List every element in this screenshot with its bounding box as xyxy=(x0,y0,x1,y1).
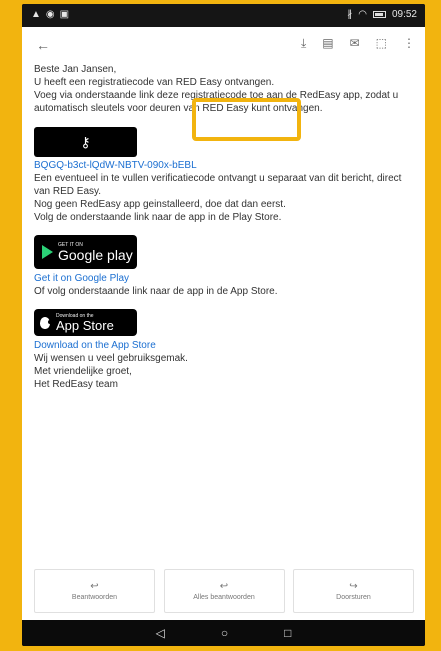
mail-icon[interactable]: ✉ xyxy=(350,37,360,49)
google-play-badge-text: GET IT ON Google play xyxy=(58,241,133,263)
status-time: 09:52 xyxy=(391,9,417,20)
tablet-device: ▲ ◉ ▣ ∦ ◠ 09:52 ← ⤓ ▤ ✉ ⬚ ⋮ Beste Jan Ja… xyxy=(22,4,425,646)
registration-code-link[interactable]: BQGQ-b3ct-lQdW-NBTV-090x-bEBL xyxy=(34,159,418,172)
status-bar: ▲ ◉ ▣ ∦ ◠ 09:52 xyxy=(22,4,425,27)
verification-note: Een eventueel in te vullen verificatieco… xyxy=(34,173,402,197)
battery-icon xyxy=(372,11,386,18)
wifi-icon: ◠ xyxy=(358,9,367,20)
bluetooth-icon: ∦ xyxy=(347,9,353,20)
forward-label: Doorsturen xyxy=(336,593,371,601)
shield-icon: ◉ xyxy=(45,9,55,20)
google-play-link[interactable]: Get it on Google Play xyxy=(34,272,418,285)
install-note: Nog geen RedEasy app geinstalleerd, doe … xyxy=(34,199,286,210)
back-arrow-icon[interactable]: ← xyxy=(36,37,50,53)
app-store-badge-text: Download on the App Store xyxy=(56,312,114,333)
android-nav-bar: ◁ ○ □ xyxy=(22,620,425,646)
highlight-box xyxy=(192,98,301,141)
apple-icon xyxy=(40,316,52,329)
image-icon: ▣ xyxy=(59,9,70,20)
download-icon[interactable]: ⤓ xyxy=(301,37,306,49)
reply-icon: ↩ xyxy=(90,580,99,592)
forward-icon: ↪ xyxy=(349,580,358,592)
forward-button[interactable]: ↪ Doorsturen xyxy=(293,569,414,613)
home-nav-icon[interactable]: ○ xyxy=(221,627,228,639)
label-icon[interactable]: ⬚ xyxy=(376,37,387,49)
email-actions: ↩ Beantwoorden ↩ Alles beantwoorden ↪ Do… xyxy=(34,569,414,614)
back-nav-icon[interactable]: ◁ xyxy=(156,627,165,639)
reply-button[interactable]: ↩ Beantwoorden xyxy=(34,569,155,613)
google-play-badge[interactable]: GET IT ON Google play xyxy=(34,235,137,269)
play-store-instruction: Volg de onderstaande link naar de app in… xyxy=(34,212,282,223)
reply-label: Beantwoorden xyxy=(71,593,118,601)
app-store-link[interactable]: Download on the App Store xyxy=(34,339,418,352)
status-left-icons: ▲ ◉ ▣ xyxy=(31,9,69,20)
closing-regards: Met vriendelijke groet, xyxy=(34,366,132,377)
key-icon: ⚷ xyxy=(80,134,91,150)
key-button[interactable]: ⚷ xyxy=(34,127,137,157)
google-play-small-text: GET IT ON xyxy=(58,241,83,248)
archive-icon[interactable]: ▤ xyxy=(322,37,333,49)
registration-code-notice: U heeft een registratiecode van RED Easy… xyxy=(34,77,275,88)
status-right-icons: ∦ ◠ 09:52 xyxy=(347,9,417,20)
reply-all-icon: ↩ xyxy=(219,580,229,592)
email-app-bar: ← ⤓ ▤ ✉ ⬚ ⋮ xyxy=(22,27,425,63)
closing-wish: Wij wensen u veel gebruiksgemak. xyxy=(34,353,188,364)
notification-icon: ▲ xyxy=(31,9,41,20)
google-play-big-text: Google play xyxy=(58,246,133,263)
app-store-badge[interactable]: Download on the App Store xyxy=(34,309,137,336)
recents-nav-icon[interactable]: □ xyxy=(284,627,291,639)
email-screen: ← ⤓ ▤ ✉ ⬚ ⋮ Beste Jan Jansen, U heeft ee… xyxy=(22,27,425,620)
more-vert-icon[interactable]: ⋮ xyxy=(403,37,415,49)
reply-all-label: Alles beantwoorden xyxy=(193,593,255,601)
app-store-instruction: Of volg onderstaande link naar de app in… xyxy=(34,286,278,297)
signature: Het RedEasy team xyxy=(34,379,118,390)
reply-all-button[interactable]: ↩ Alles beantwoorden xyxy=(163,569,285,613)
greeting-text: Beste Jan Jansen, xyxy=(34,64,117,75)
app-store-big-text: App Store xyxy=(56,317,114,333)
app-store-small-text: Download on the xyxy=(56,312,94,319)
toolbar-actions: ⤓ ▤ ✉ ⬚ ⋮ xyxy=(301,37,415,49)
play-store-icon xyxy=(42,245,53,259)
